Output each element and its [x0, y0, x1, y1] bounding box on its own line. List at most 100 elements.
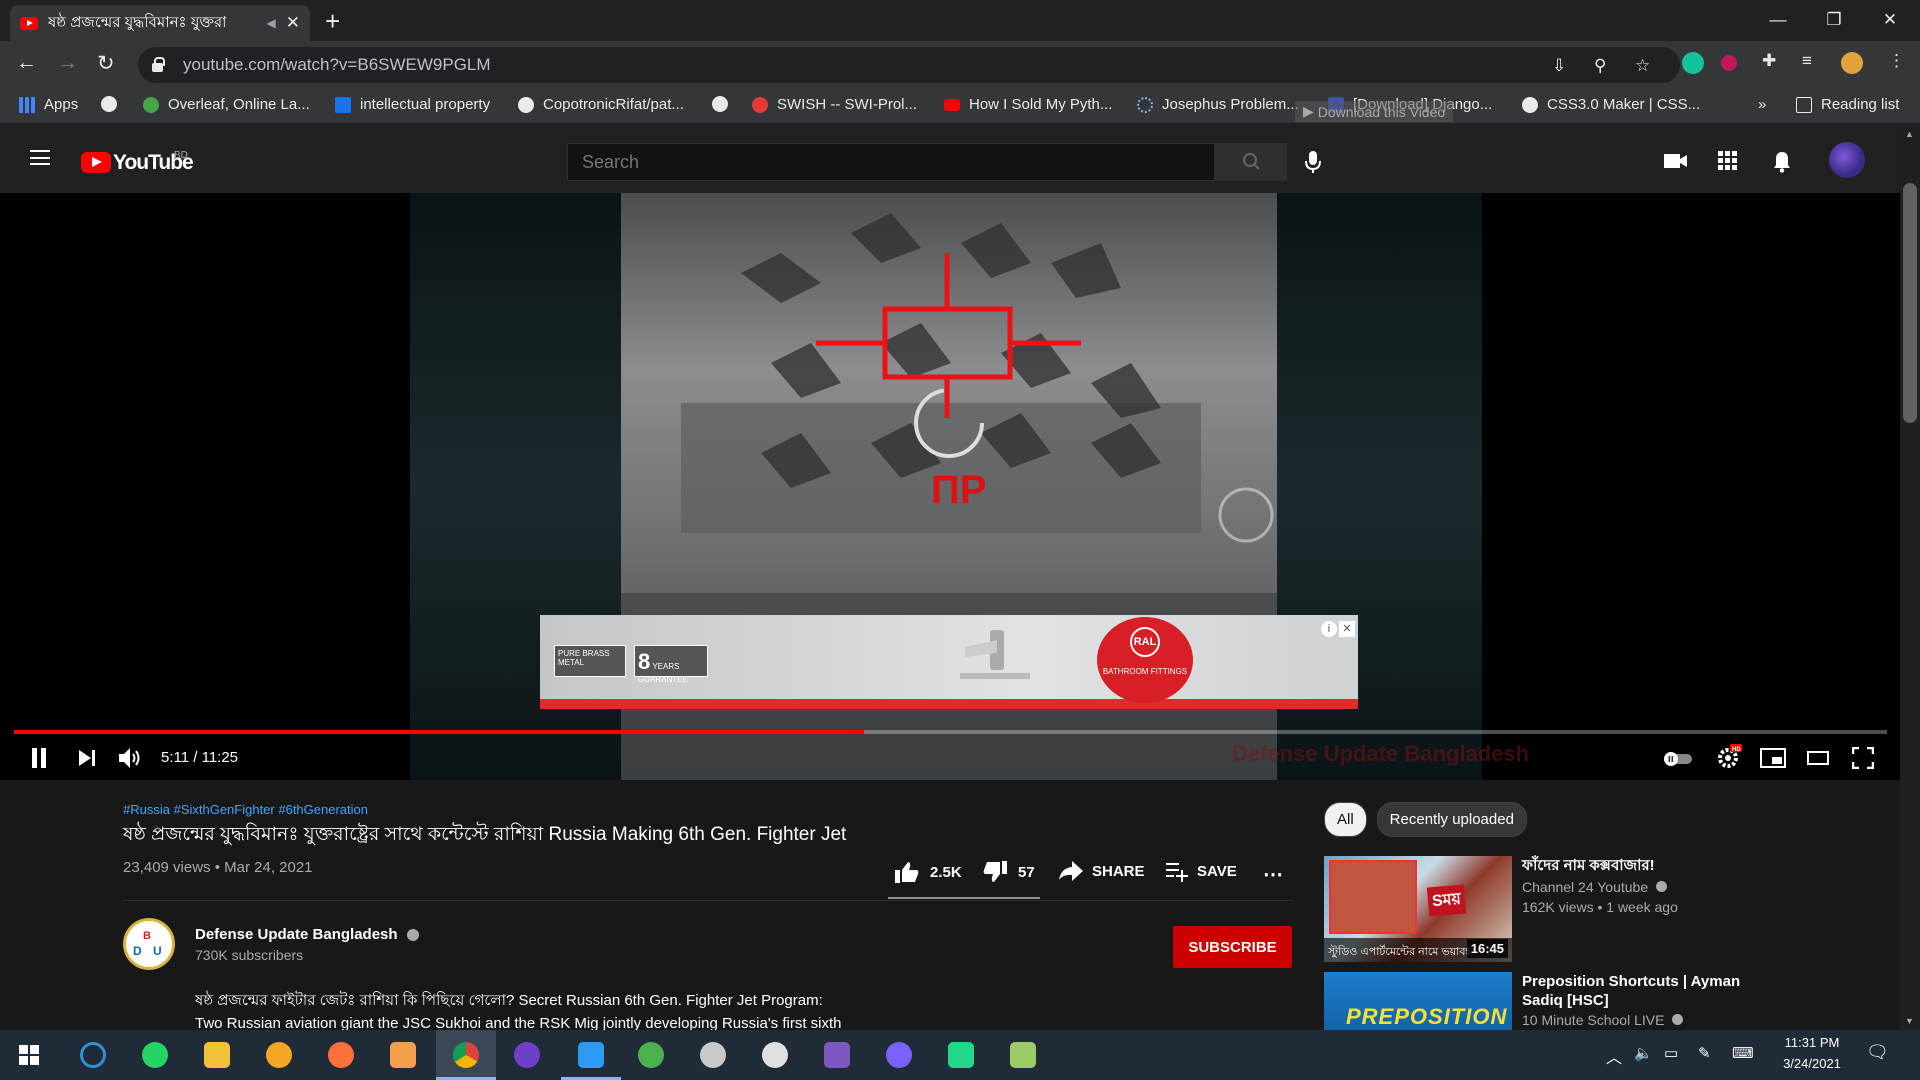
volume-icon[interactable] — [118, 747, 144, 769]
scroll-down-icon[interactable]: ▼ — [1905, 1016, 1914, 1026]
reading-list[interactable]: Reading list — [1796, 96, 1899, 113]
microphone-icon[interactable] — [1305, 150, 1321, 174]
ad-logo-text: BATHROOM FITTINGS — [1102, 667, 1188, 676]
bookmark-star-icon[interactable]: ☆ — [1635, 56, 1650, 76]
bookmarks-overflow-button[interactable]: » — [1758, 96, 1766, 113]
like-button[interactable]: 2.5K — [894, 860, 962, 884]
notifications-bell-icon[interactable] — [1773, 151, 1791, 173]
pycharm-icon[interactable] — [948, 1042, 974, 1068]
menu-dots-icon[interactable]: ⋮ — [1888, 51, 1905, 71]
bookmark-css3-maker[interactable]: CSS3.0 Maker | CSS... — [1522, 96, 1700, 113]
bookmark-overleaf[interactable]: Overleaf, Online La... — [143, 96, 310, 113]
related-video[interactable]: Sময় স্টুডিও এপার্টমেন্টের নামে ভয়াবহ 1… — [1324, 856, 1884, 962]
thumbnail-text: PREPOSITION — [1346, 1004, 1508, 1029]
next-video-icon[interactable] — [78, 749, 96, 767]
scroll-up-icon[interactable]: ▲ — [1905, 129, 1914, 139]
audio-playing-icon[interactable]: ◀︎ — [267, 16, 276, 30]
progress-bar[interactable] — [14, 730, 1887, 734]
save-button[interactable]: SAVE — [1165, 860, 1237, 882]
windows-start-icon[interactable] — [19, 1045, 39, 1065]
minimize-button[interactable]: — — [1750, 0, 1806, 40]
channel-avatar[interactable]: BDU — [123, 918, 175, 970]
account-avatar[interactable] — [1829, 142, 1865, 178]
app-icon[interactable] — [700, 1042, 726, 1068]
taskbar-vscode[interactable] — [561, 1030, 621, 1080]
cortana-icon[interactable] — [80, 1042, 106, 1068]
menu-hamburger-icon[interactable] — [30, 150, 50, 165]
channel-name[interactable]: Defense Update Bangladesh — [195, 926, 419, 943]
subscriber-count: 730K subscribers — [195, 947, 304, 963]
youtube-logo-icon[interactable] — [81, 152, 111, 173]
media-control-icon[interactable]: ≡ — [1802, 51, 1812, 71]
more-actions-icon[interactable]: ⋯ — [1263, 862, 1283, 887]
pause-icon[interactable] — [30, 747, 48, 769]
miniplayer-icon[interactable] — [1760, 748, 1786, 768]
autoplay-toggle[interactable] — [1662, 751, 1694, 767]
messenger-icon[interactable] — [886, 1042, 912, 1068]
app-icon[interactable] — [266, 1042, 292, 1068]
theater-mode-icon[interactable] — [1807, 751, 1829, 765]
chip-recently-uploaded[interactable]: Recently uploaded — [1376, 802, 1527, 837]
github-desktop-icon[interactable] — [514, 1042, 540, 1068]
ad-close-icon[interactable]: ✕ — [1339, 621, 1355, 637]
fullscreen-icon[interactable] — [1852, 747, 1874, 769]
back-icon[interactable]: ← — [16, 51, 37, 75]
share-button[interactable]: SHARE — [1058, 860, 1145, 882]
bookmark-apps[interactable]: Apps — [19, 96, 78, 113]
forward-icon[interactable]: → — [57, 51, 78, 75]
app-icon[interactable] — [390, 1042, 416, 1068]
page-scrollbar[interactable]: ▲ ▼ — [1900, 123, 1920, 1030]
dislike-button[interactable]: 57 — [982, 860, 1035, 884]
subscribe-button[interactable]: SUBSCRIBE — [1173, 926, 1292, 968]
tab-close-icon[interactable]: ✕ — [286, 13, 300, 33]
network-tray-icon[interactable]: ▭ — [1664, 1044, 1678, 1062]
apps-grid-icon[interactable] — [1718, 151, 1738, 171]
bookmark-github[interactable]: CopotronicRifat/pat... — [518, 96, 684, 113]
bookmark-globe-2[interactable] — [712, 96, 737, 112]
search-button[interactable] — [1215, 143, 1287, 181]
grammarly-extension-icon[interactable] — [1682, 52, 1704, 74]
volume-tray-icon[interactable]: 🔈 — [1634, 1044, 1653, 1062]
scrollbar-thumb[interactable] — [1903, 183, 1917, 423]
bookmark-swish[interactable]: SWISH -- SWI-Prol... — [752, 96, 917, 113]
taskbar-chrome-active[interactable] — [436, 1030, 496, 1080]
create-video-icon[interactable] — [1664, 153, 1688, 169]
bookmark-globe[interactable] — [101, 96, 126, 112]
profile-avatar[interactable] — [1841, 52, 1863, 74]
extensions-puzzle-icon[interactable]: ✚ — [1762, 51, 1776, 71]
install-icon[interactable]: ⇩ — [1552, 56, 1566, 76]
keyboard-tray-icon[interactable]: ⌨ — [1732, 1044, 1754, 1062]
hashtags[interactable]: #Russia #SixthGenFighter #6thGeneration — [123, 802, 368, 817]
taskbar-clock[interactable]: 11:31 PM 3/24/2021 — [1770, 1035, 1854, 1071]
chip-all[interactable]: All — [1324, 802, 1367, 837]
app-icon[interactable] — [762, 1042, 788, 1068]
video-thumbnail[interactable]: Sময় স্টুডিও এপার্টমেন্টের নামে ভয়াবহ 1… — [1324, 856, 1512, 962]
browser-tab[interactable]: ষষ্ঠ প্রজন্মের যুদ্ধবিমানঃ যুক্তরা ◀︎ ✕ — [10, 5, 310, 41]
new-tab-button[interactable]: + — [325, 6, 340, 37]
whatsapp-icon[interactable] — [142, 1042, 168, 1068]
firefox-icon[interactable] — [328, 1042, 354, 1068]
search-input[interactable] — [567, 143, 1215, 181]
bookmark-intellectual-property[interactable]: intellectual property — [335, 96, 490, 113]
video-player[interactable]: ПР PURE BRASS METAL 8 YEARS GUARANTEE RA… — [0, 193, 1900, 780]
reload-icon[interactable]: ↻ — [97, 51, 115, 76]
notifications-icon[interactable]: 🗨 — [1866, 1042, 1889, 1063]
download-video-overlay[interactable]: ▶ Download this Video — [1295, 101, 1454, 122]
zoom-icon[interactable]: ⚲ — [1594, 56, 1606, 76]
url-text[interactable]: youtube.com/watch?v=B6SWEW9PGLM — [183, 55, 491, 75]
address-bar[interactable]: youtube.com/watch?v=B6SWEW9PGLM ⇩ ⚲ ☆ — [138, 47, 1680, 83]
app-icon[interactable] — [638, 1042, 664, 1068]
extension-icon[interactable] — [1721, 55, 1737, 71]
file-explorer-icon[interactable] — [204, 1042, 230, 1068]
tray-chevron-icon[interactable]: ︿ — [1606, 1044, 1622, 1068]
pen-tray-icon[interactable]: ✎ — [1698, 1044, 1711, 1062]
bookmark-youtube[interactable]: How I Sold My Pyth... — [944, 96, 1112, 113]
visual-studio-icon[interactable] — [824, 1042, 850, 1068]
restore-button[interactable]: ❐ — [1806, 0, 1862, 40]
ad-info-icon[interactable]: i — [1321, 621, 1337, 637]
app-icon[interactable] — [1010, 1042, 1036, 1068]
bookmark-josephus[interactable]: Josephus Problem... — [1137, 96, 1299, 113]
close-window-button[interactable]: ✕ — [1862, 0, 1918, 40]
overlay-ad[interactable]: PURE BRASS METAL 8 YEARS GUARANTEE RAL B… — [540, 615, 1358, 709]
settings-gear-icon[interactable]: HD — [1716, 744, 1742, 770]
